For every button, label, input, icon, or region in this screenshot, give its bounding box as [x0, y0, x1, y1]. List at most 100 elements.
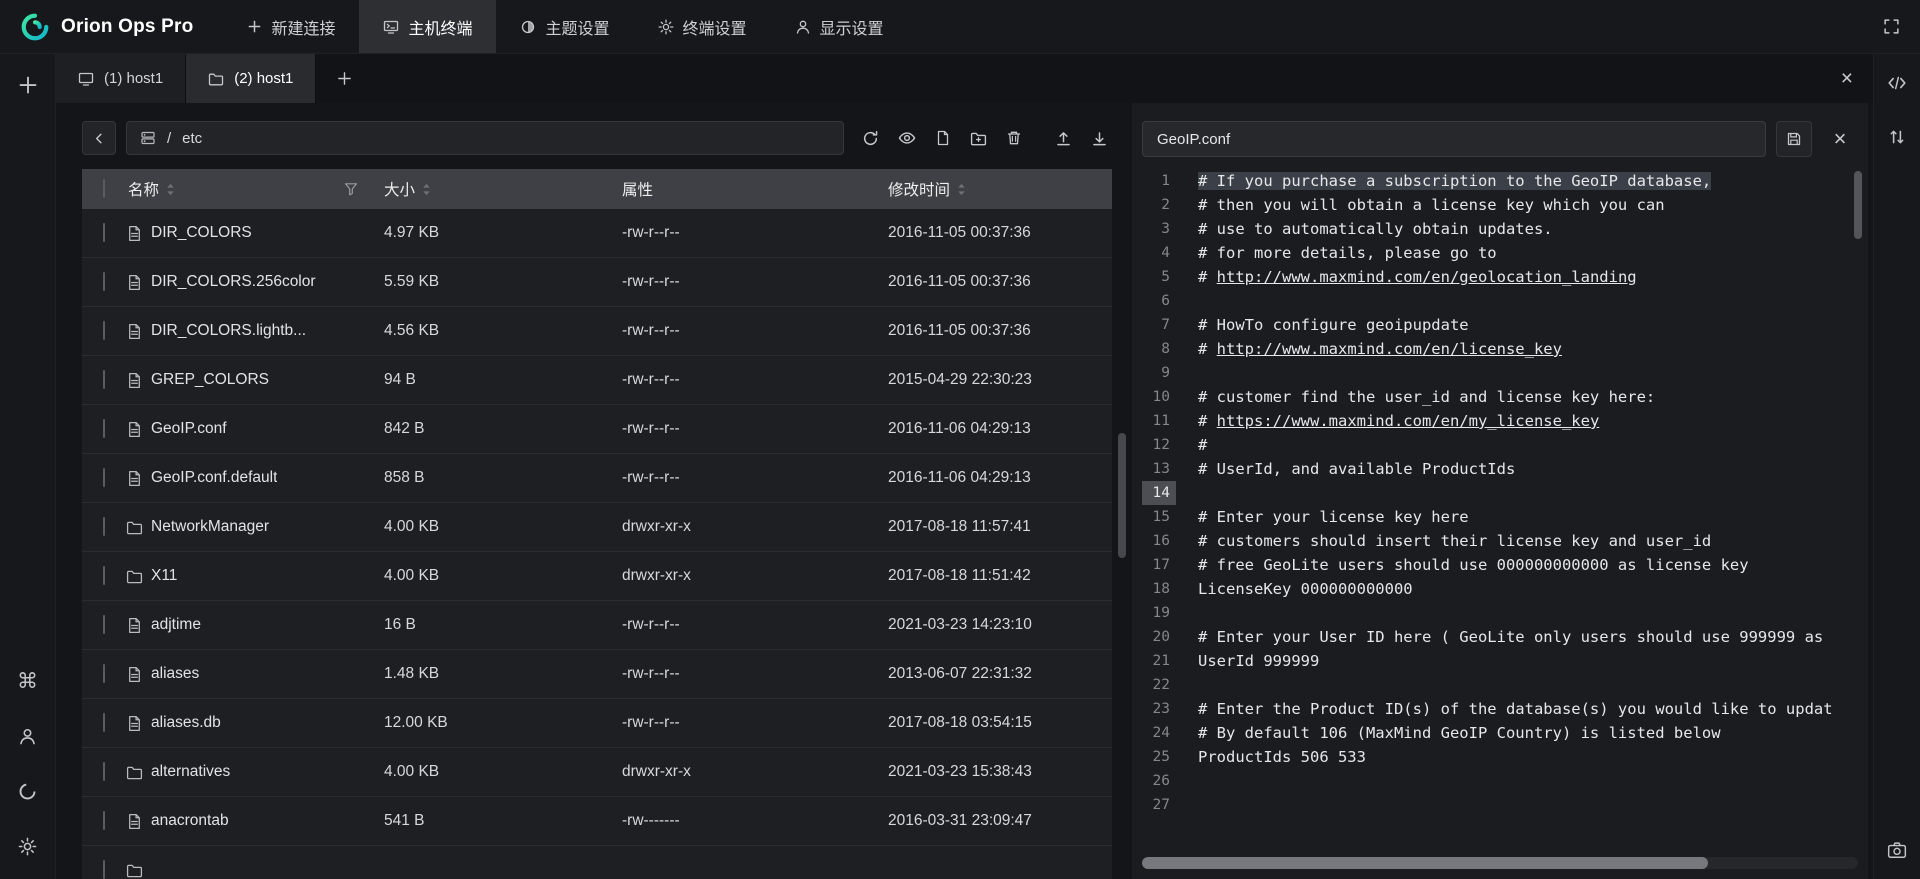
code-line[interactable]: 5# http://www.maxmind.com/en/geolocation…: [1142, 265, 1858, 289]
code-line[interactable]: 25ProductIds 506 533: [1142, 745, 1858, 769]
table-row[interactable]: anacrontab 541 B -rw------- 2016-03-31 2…: [82, 797, 1112, 846]
sort-icon[interactable]: [166, 183, 175, 196]
code-line[interactable]: 18LicenseKey 000000000000: [1142, 577, 1858, 601]
code-line[interactable]: 4# for more details, please go to: [1142, 241, 1858, 265]
code-line[interactable]: 24# By default 106 (MaxMind GeoIP Countr…: [1142, 721, 1858, 745]
filter-icon[interactable]: [344, 182, 358, 196]
menu-item-new-connection[interactable]: 新建连接: [223, 0, 359, 53]
code-icon[interactable]: [1882, 68, 1912, 98]
code-line[interactable]: 2# then you will obtain a license key wh…: [1142, 193, 1858, 217]
table-row[interactable]: GeoIP.conf 842 B -rw-r--r-- 2016-11-06 0…: [82, 405, 1112, 454]
code-line[interactable]: 16# customers should insert their licens…: [1142, 529, 1858, 553]
link-text[interactable]: https://www.maxmind.com/en/my_license_ke…: [1217, 412, 1600, 430]
table-row[interactable]: DIR_COLORS.lightb... 4.56 KB -rw-r--r-- …: [82, 307, 1112, 356]
row-checkbox[interactable]: [103, 468, 105, 487]
row-checkbox[interactable]: [103, 566, 105, 585]
code-line[interactable]: 19: [1142, 601, 1858, 625]
code-line[interactable]: 15# Enter your license key here: [1142, 505, 1858, 529]
table-row[interactable]: aliases.db 12.00 KB -rw-r--r-- 2017-08-1…: [82, 699, 1112, 748]
command-icon[interactable]: ⌘: [13, 666, 43, 696]
add-tab-icon[interactable]: [320, 54, 368, 103]
upload-icon[interactable]: [1055, 130, 1072, 147]
refresh-icon[interactable]: [862, 130, 879, 147]
user-icon[interactable]: [13, 721, 43, 751]
select-all-checkbox[interactable]: [103, 179, 105, 198]
close-editor-icon[interactable]: ×: [1822, 121, 1858, 157]
row-checkbox[interactable]: [103, 713, 105, 732]
code-line[interactable]: 11# https://www.maxmind.com/en/my_licens…: [1142, 409, 1858, 433]
row-checkbox[interactable]: [103, 762, 105, 781]
table-row[interactable]: GREP_COLORS 94 B -rw-r--r-- 2015-04-29 2…: [82, 356, 1112, 405]
table-row-partial[interactable]: [82, 846, 1112, 879]
column-header-size[interactable]: 大小: [384, 178, 415, 200]
sort-icon[interactable]: [422, 183, 431, 196]
code-line[interactable]: 9: [1142, 361, 1858, 385]
table-row[interactable]: DIR_COLORS.256color 5.59 KB -rw-r--r-- 2…: [82, 258, 1112, 307]
column-header-mtime[interactable]: 修改时间: [888, 178, 950, 200]
code-line[interactable]: 22: [1142, 673, 1858, 697]
camera-icon[interactable]: [1882, 835, 1912, 865]
file-list-scrollbar-thumb[interactable]: [1118, 433, 1126, 558]
table-row[interactable]: NetworkManager 4.00 KB drwxr-xr-x 2017-0…: [82, 503, 1112, 552]
row-checkbox[interactable]: [103, 615, 105, 634]
table-row[interactable]: adjtime 16 B -rw-r--r-- 2021-03-23 14:23…: [82, 601, 1112, 650]
code-editor[interactable]: 1# If you purchase a subscription to the…: [1142, 169, 1858, 817]
editor-horizontal-scrollbar-thumb[interactable]: [1142, 857, 1708, 869]
row-checkbox[interactable]: [103, 811, 105, 830]
code-line[interactable]: 14: [1142, 481, 1858, 505]
code-line[interactable]: 12#: [1142, 433, 1858, 457]
table-row[interactable]: aliases 1.48 KB -rw-r--r-- 2013-06-07 22…: [82, 650, 1112, 699]
row-checkbox[interactable]: [103, 370, 105, 389]
code-line[interactable]: 1# If you purchase a subscription to the…: [1142, 169, 1858, 193]
row-checkbox[interactable]: [103, 223, 105, 242]
new-file-icon[interactable]: [935, 130, 951, 146]
menu-item-host-terminal[interactable]: 主机终端: [359, 0, 496, 53]
table-row[interactable]: alternatives 4.00 KB drwxr-xr-x 2021-03-…: [82, 748, 1112, 797]
column-header-name[interactable]: 名称: [128, 178, 159, 200]
editor-vertical-scrollbar-thumb[interactable]: [1854, 171, 1862, 239]
row-checkbox[interactable]: [103, 272, 105, 291]
close-panel-icon[interactable]: ×: [1821, 67, 1873, 91]
link-text[interactable]: http://www.maxmind.com/en/license_key: [1217, 340, 1562, 358]
gear-icon[interactable]: [13, 831, 43, 861]
menu-item-display-settings[interactable]: 显示设置: [771, 0, 908, 53]
code-line[interactable]: 10# customer find the user_id and licens…: [1142, 385, 1858, 409]
tab-host1-terminal[interactable]: (1) host1: [56, 54, 186, 103]
code-line[interactable]: 27: [1142, 793, 1858, 817]
menu-item-theme-settings[interactable]: 主题设置: [496, 0, 633, 53]
add-icon[interactable]: [13, 70, 43, 100]
menu-item-terminal-settings[interactable]: 终端设置: [634, 0, 771, 53]
row-checkbox[interactable]: [103, 321, 105, 340]
back-button[interactable]: [82, 121, 116, 155]
code-line[interactable]: 3# use to automatically obtain updates.: [1142, 217, 1858, 241]
swap-vertical-icon[interactable]: [1882, 122, 1912, 152]
fullscreen-icon[interactable]: [1863, 0, 1920, 53]
breadcrumb-path[interactable]: etc: [182, 130, 202, 147]
delete-trash-icon[interactable]: [1006, 130, 1022, 146]
editor-filename[interactable]: GeoIP.conf: [1142, 121, 1766, 157]
download-icon[interactable]: [1091, 130, 1108, 147]
row-checkbox[interactable]: [103, 664, 105, 683]
code-line[interactable]: 17# free GeoLite users should use 000000…: [1142, 553, 1858, 577]
table-row[interactable]: GeoIP.conf.default 858 B -rw-r--r-- 2016…: [82, 454, 1112, 503]
code-line[interactable]: 7# HowTo configure geoipupdate: [1142, 313, 1858, 337]
code-line[interactable]: 8# http://www.maxmind.com/en/license_key: [1142, 337, 1858, 361]
code-line[interactable]: 23# Enter the Product ID(s) of the datab…: [1142, 697, 1858, 721]
new-folder-icon[interactable]: [970, 130, 987, 147]
preview-eye-icon[interactable]: [898, 129, 916, 147]
editor-horizontal-scrollbar[interactable]: [1142, 857, 1858, 869]
code-line[interactable]: 20# Enter your User ID here ( GeoLite on…: [1142, 625, 1858, 649]
row-checkbox[interactable]: [103, 419, 105, 438]
row-checkbox[interactable]: [103, 860, 105, 879]
code-line[interactable]: 21UserId 999999: [1142, 649, 1858, 673]
table-row[interactable]: X11 4.00 KB drwxr-xr-x 2017-08-18 11:51:…: [82, 552, 1112, 601]
breadcrumb[interactable]: / etc: [126, 121, 844, 155]
ring-icon[interactable]: [13, 776, 43, 806]
save-button[interactable]: [1776, 121, 1812, 157]
link-text[interactable]: http://www.maxmind.com/en/geolocation_la…: [1217, 268, 1637, 286]
code-line[interactable]: 13# UserId, and available ProductIds: [1142, 457, 1858, 481]
sort-icon[interactable]: [957, 183, 966, 196]
code-line[interactable]: 26: [1142, 769, 1858, 793]
row-checkbox[interactable]: [103, 517, 105, 536]
table-row[interactable]: DIR_COLORS 4.97 KB -rw-r--r-- 2016-11-05…: [82, 209, 1112, 258]
